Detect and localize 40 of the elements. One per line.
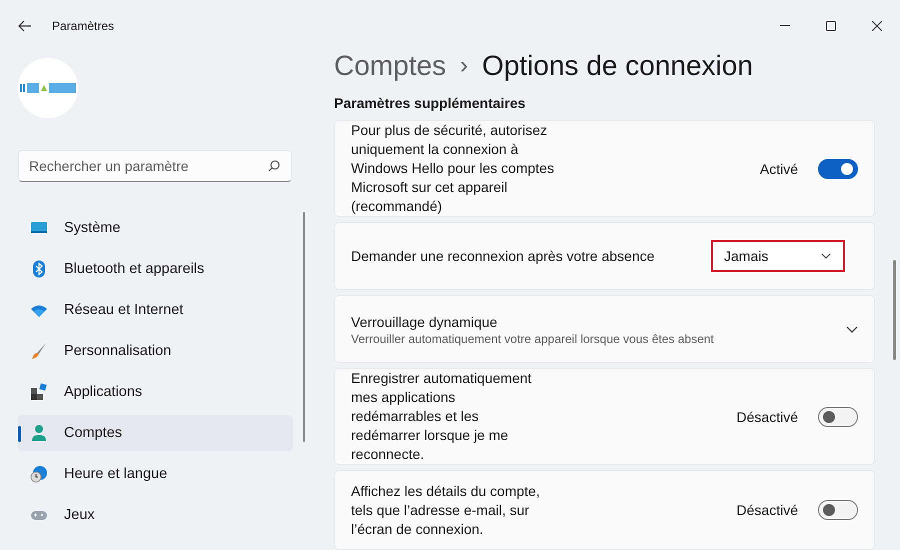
back-arrow-icon[interactable] — [18, 20, 32, 32]
sidebar-item[interactable]: Bluetooth et appareils — [18, 251, 293, 287]
toggle-state: Désactivé — [736, 408, 798, 424]
breadcrumb-separator: › — [460, 52, 468, 80]
chevron-down-icon — [821, 253, 831, 259]
sidebar-item[interactable]: Système — [18, 210, 293, 246]
sidebar-item[interactable]: Comptes — [18, 415, 293, 451]
setting-label: Enregistrer automatiquement mes applications redémarrables et les redémarrer lorsque je me reconnecte. — [351, 369, 533, 464]
section-title: Paramètres supplémentaires — [334, 95, 526, 111]
apps-icon — [30, 383, 48, 401]
setting-label: Verrouillage dynamique — [351, 312, 498, 332]
expander-card[interactable]: Verrouillage dynamique Verrouiller automatiquement votre appareil lorsque vous êtes absent — [334, 295, 875, 363]
toggle-switch[interactable] — [818, 406, 858, 426]
page-title: Options de connexion — [482, 50, 753, 82]
person-icon — [30, 424, 48, 442]
sidebar-item[interactable]: Personnalisation — [18, 333, 293, 369]
window-title: Paramètres — [52, 19, 116, 33]
brush-icon — [30, 342, 48, 360]
setting-label: Affichez les détails du compte, tels que l’adresse e-mail, sur l’écran de connexion. — [351, 482, 541, 538]
bluetooth-icon — [30, 260, 48, 278]
toggle-state: Désactivé — [736, 502, 798, 518]
toggle-state: Activé — [760, 160, 798, 176]
setting-label: Demander une reconnexion après votre absence — [351, 246, 656, 266]
logo-icon — [20, 83, 76, 93]
dropdown[interactable]: Jamais — [711, 240, 845, 272]
toggle-switch[interactable] — [818, 500, 858, 520]
sidebar-item[interactable]: Applications — [18, 374, 293, 410]
setting-label: Pour plus de sécurité, autorisez uniquement la connexion à Windows Hello pour les comptes Microsoft sur cet appareil (recommandé) — [351, 121, 556, 216]
breadcrumb-link[interactable]: Comptes — [334, 50, 446, 82]
sidebar-item[interactable]: Réseau et Internet — [18, 292, 293, 328]
toggle-switch[interactable] — [818, 158, 858, 178]
search-icon — [268, 160, 280, 172]
sidebar-item[interactable]: Heure et langue — [18, 456, 293, 492]
close-icon[interactable] — [872, 21, 882, 31]
setting-description: Verrouiller automatiquement votre appareil lorsque vous êtes absent — [351, 332, 715, 346]
minimize-icon[interactable] — [780, 25, 790, 27]
clock-globe-icon — [30, 465, 48, 483]
sidebar-item[interactable]: Jeux — [18, 497, 293, 533]
maximize-icon[interactable] — [826, 21, 836, 31]
search-field[interactable]: Rechercher un paramètre — [18, 150, 292, 182]
